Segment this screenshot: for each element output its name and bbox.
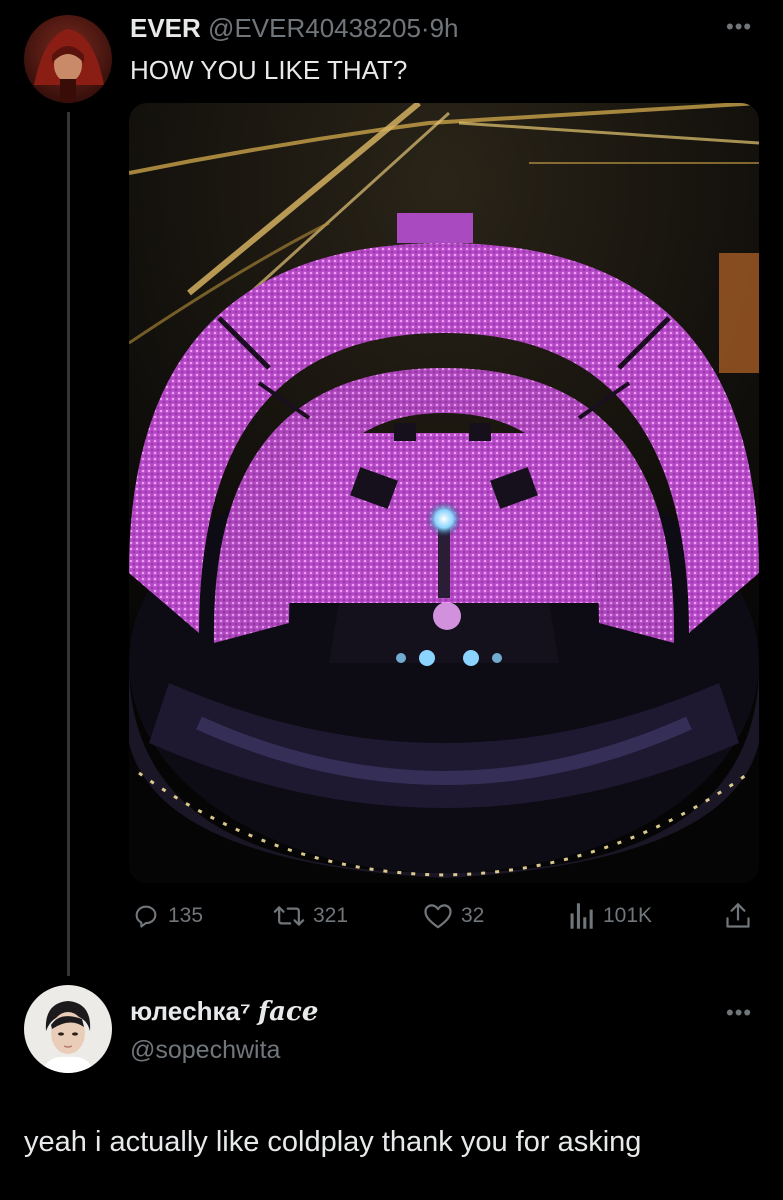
- reply-author-handle[interactable]: @sopechwita: [130, 1036, 280, 1065]
- author-name[interactable]: EVER: [130, 13, 201, 43]
- author-handle[interactable]: @EVER40438205: [208, 13, 421, 43]
- reply-button[interactable]: 135: [132, 901, 203, 931]
- reply-count: 135: [168, 904, 204, 927]
- tweet-media-image[interactable]: [129, 103, 759, 883]
- avatar[interactable]: [24, 15, 112, 103]
- share-icon: [726, 903, 750, 928]
- thread-connector-line: [67, 112, 70, 976]
- heart-icon: [424, 904, 452, 929]
- reply-avatar[interactable]: [24, 985, 112, 1073]
- views-button[interactable]: 101K: [569, 901, 652, 931]
- reply-author-name-text: юлеchка⁷: [130, 996, 251, 1026]
- reply-icon: [135, 905, 157, 928]
- retweet-button[interactable]: 321: [273, 901, 348, 931]
- reply-author-name-styled: face: [257, 997, 319, 1027]
- tweet-text: HOW YOU LIKE THAT?: [130, 55, 408, 85]
- more-horizontal-icon[interactable]: •••: [726, 1000, 752, 1026]
- retweet-icon: [273, 906, 305, 926]
- more-horizontal-icon[interactable]: •••: [726, 14, 752, 40]
- like-count: 32: [461, 904, 485, 927]
- retweet-count: 321: [313, 904, 349, 927]
- tweet-header: EVER @EVER40438205·9h: [130, 13, 459, 44]
- reply-text: yeah i actually like coldplay thank you …: [24, 1126, 642, 1158]
- analytics-icon: [570, 903, 593, 929]
- share-button[interactable]: [725, 901, 751, 931]
- reply-author-name[interactable]: юлеchка⁷ face: [130, 996, 318, 1027]
- like-button[interactable]: 32: [423, 901, 484, 931]
- tweet-time[interactable]: ·9h: [421, 13, 459, 43]
- view-count: 101K: [603, 904, 653, 927]
